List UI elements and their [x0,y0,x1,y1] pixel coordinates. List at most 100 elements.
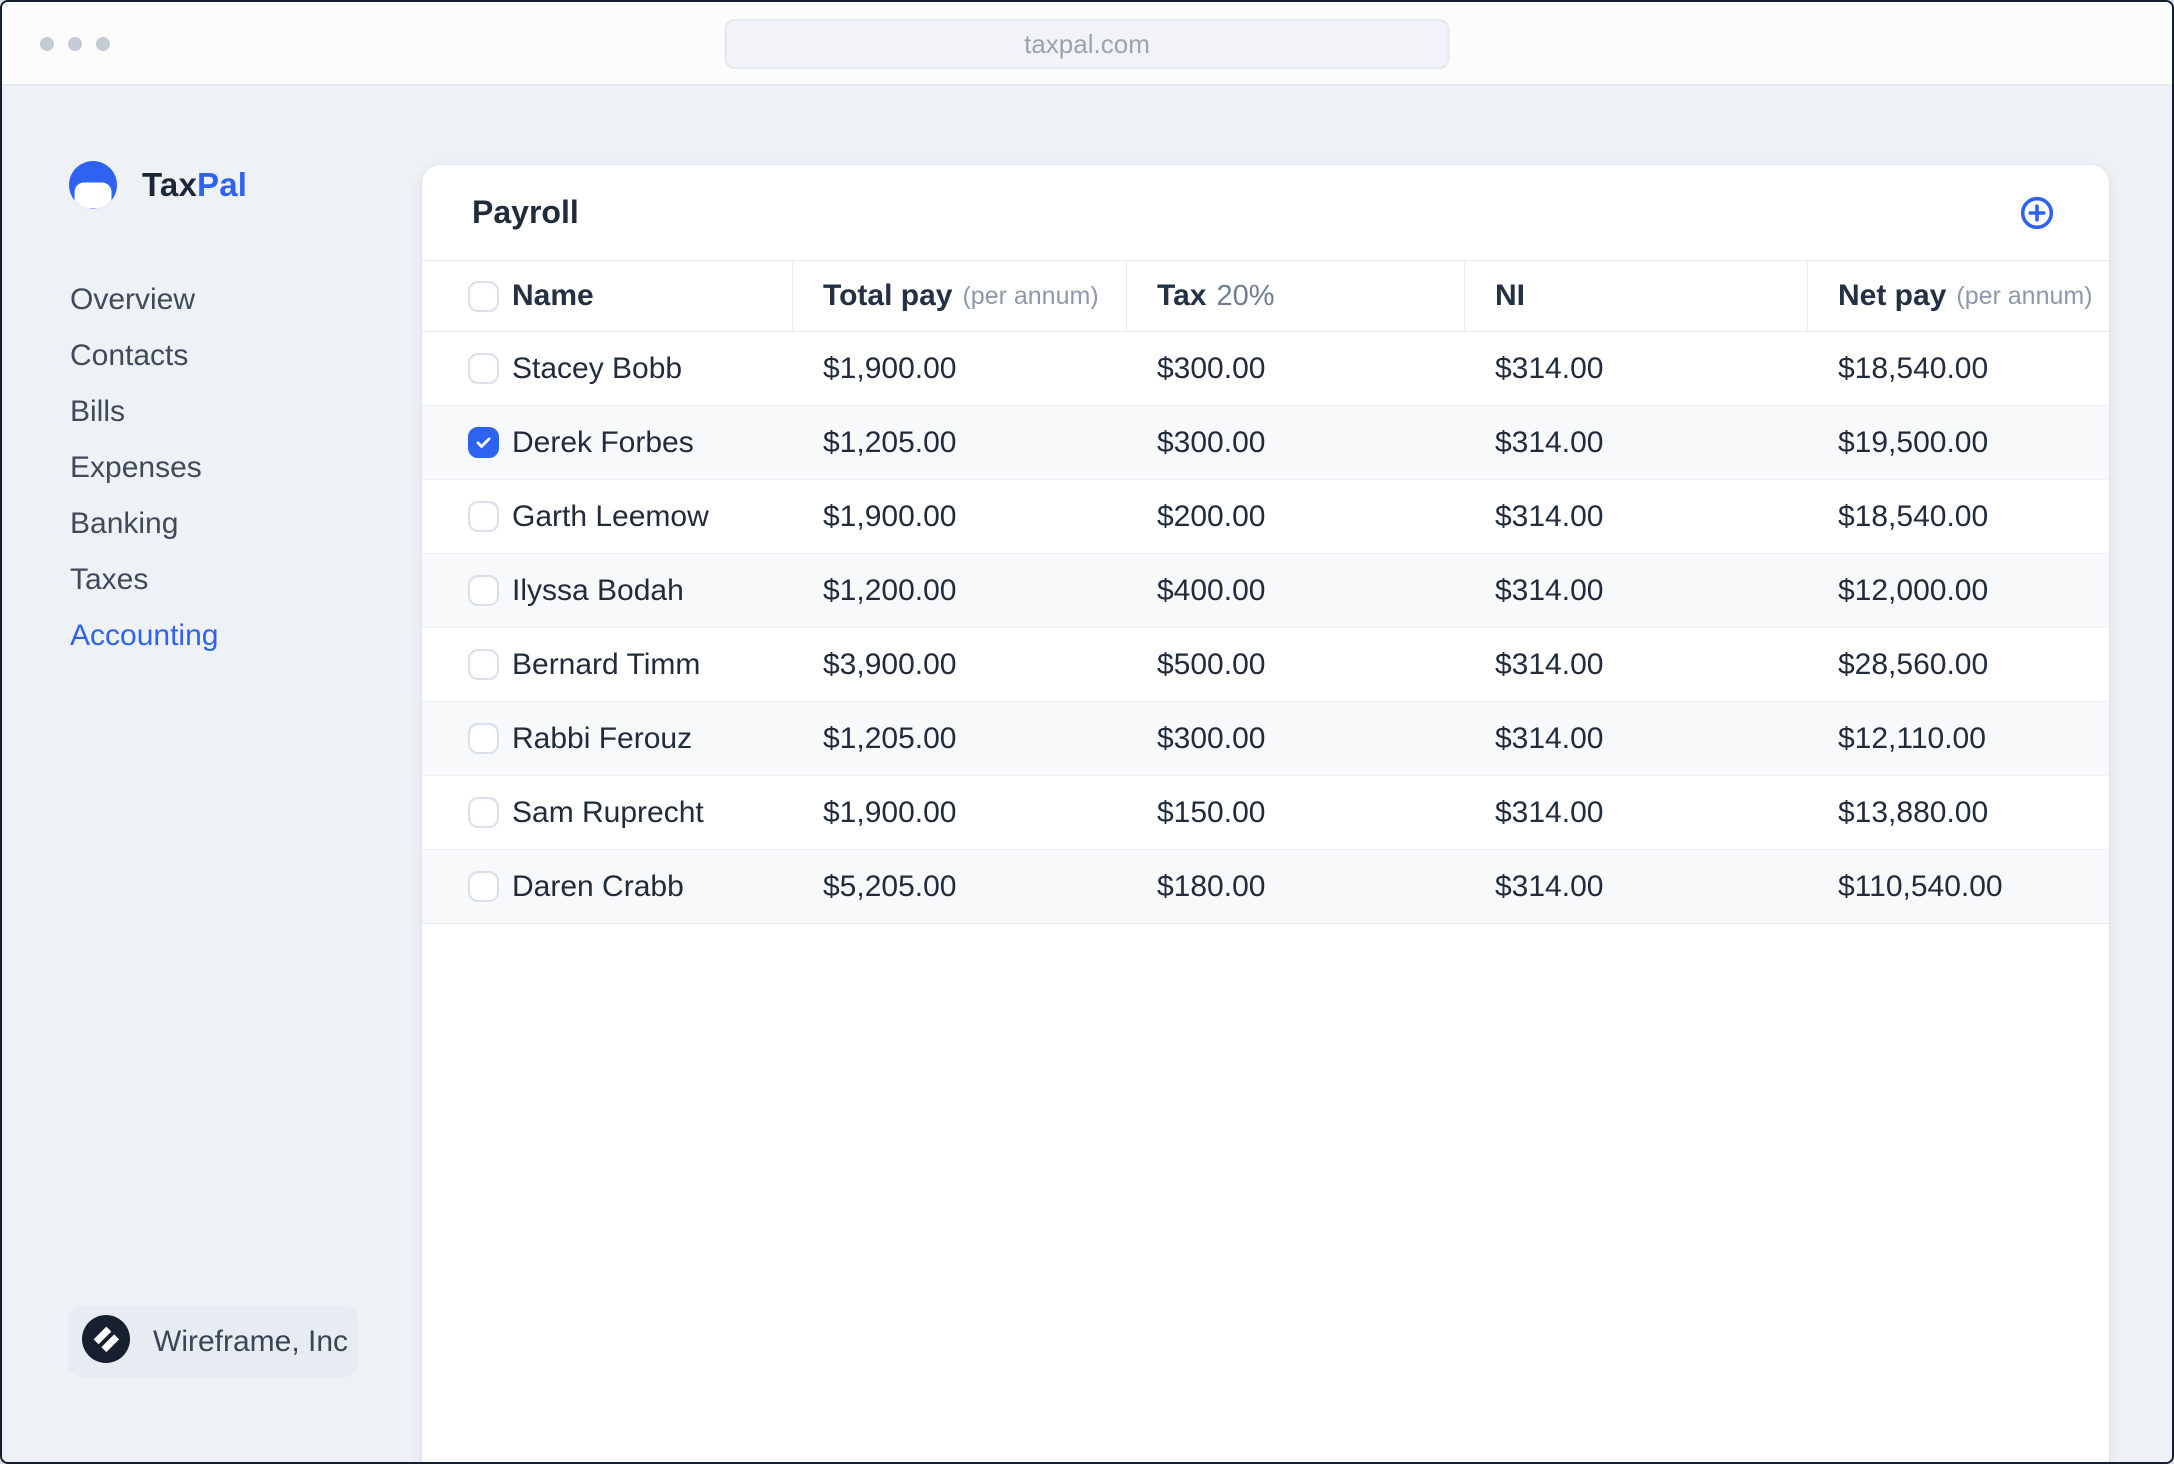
name-cell: Sam Ruprecht [422,776,793,849]
net-pay-cell: $28,560.00 [1838,647,1989,681]
sidebar-item-expenses[interactable]: Expenses [70,440,350,496]
sidebar-item-accounting[interactable]: Accounting [70,608,350,664]
net-pay-cell: $18,540.00 [1838,499,1989,533]
tax-cell: $300.00 [1157,721,1266,755]
ni-cell: $314.00 [1495,647,1604,681]
column-label: Net pay [1838,279,1947,312]
table-header: Name Total pay (per annum) Tax 20% NI Ne… [422,260,2109,332]
total-pay-cell: $1,900.00 [823,351,957,385]
window-controls[interactable] [40,37,110,51]
column-label: Total pay [823,279,953,312]
table-row[interactable]: Ilyssa Bodah $1,200.00 $400.00 $314.00 $… [422,554,2109,628]
window-control-dot[interactable] [68,37,82,51]
ni-cell: $314.00 [1495,425,1604,459]
sidebar-item-taxes[interactable]: Taxes [70,552,350,608]
column-label: Tax [1157,279,1207,312]
total-pay-cell: $1,205.00 [823,425,957,459]
column-header-name: Name [422,261,793,331]
ni-cell: $314.00 [1495,721,1604,755]
net-pay-cell: $110,540.00 [1838,869,2003,903]
tax-cell: $300.00 [1157,425,1266,459]
row-checkbox[interactable] [468,797,499,828]
name-cell: Bernard Timm [422,628,793,701]
logo-text: TaxPal [142,166,248,203]
ni-cell: $314.00 [1495,573,1604,607]
app-window: taxpal.com TaxPal Overview Contacts Bills E… [0,0,2174,1464]
name-cell: Rabbi Ferouz [422,702,793,775]
page-title: Payroll [472,194,579,230]
net-pay-cell: $13,880.00 [1838,795,1989,829]
column-label: Name [512,279,594,312]
tax-cell: $300.00 [1157,351,1266,385]
url-text: taxpal.com [1024,28,1150,59]
sidebar-item-banking[interactable]: Banking [70,496,350,552]
tax-cell: $400.00 [1157,573,1266,607]
tax-cell: $500.00 [1157,647,1266,681]
tax-cell: $180.00 [1157,869,1266,903]
table-row[interactable]: Daren Crabb $5,205.00 $180.00 $314.00 $1… [422,850,2109,924]
table-row[interactable]: Stacey Bobb $1,900.00 $300.00 $314.00 $1… [422,332,2109,406]
column-header-ni: NI [1465,261,1808,331]
table-body: Stacey Bobb $1,900.00 $300.00 $314.00 $1… [422,332,2109,924]
company-name: Wireframe, Inc [153,1324,349,1358]
employee-name: Rabbi Ferouz [512,721,693,755]
tax-cell: $200.00 [1157,499,1266,533]
payroll-card: Payroll Name Total pay (per annum) Tax 2… [422,165,2109,1462]
row-checkbox[interactable] [468,649,499,680]
column-note: (per annum) [962,281,1099,310]
column-header-tax: Tax 20% [1127,261,1465,331]
row-checkbox[interactable] [468,501,499,532]
employee-name: Bernard Timm [512,647,701,681]
wireframe-logo-icon [82,1315,130,1368]
name-cell: Garth Leemow [422,480,793,553]
name-cell: Ilyssa Bodah [422,554,793,627]
app-body: TaxPal Overview Contacts Bills Expenses Bank… [2,86,2172,1462]
sidebar-item-bills[interactable]: Bills [70,384,350,440]
net-pay-cell: $12,110.00 [1838,721,1986,755]
table-row[interactable]: Garth Leemow $1,900.00 $200.00 $314.00 $… [422,480,2109,554]
browser-chrome: taxpal.com [2,2,2172,86]
card-header: Payroll [422,165,2109,260]
table-row[interactable]: Sam Ruprecht $1,900.00 $150.00 $314.00 $… [422,776,2109,850]
table-row[interactable]: Derek Forbes $1,205.00 $300.00 $314.00 $… [422,406,2109,480]
company-badge[interactable]: Wireframe, Inc [68,1306,358,1377]
row-checkbox[interactable] [468,427,499,458]
sidebar-item-overview[interactable]: Overview [70,272,350,328]
tax-cell: $150.00 [1157,795,1266,829]
sidebar-nav: Overview Contacts Bills Expenses Banking Taxe… [70,272,350,664]
row-checkbox[interactable] [468,871,499,902]
net-pay-cell: $12,000.00 [1838,573,1989,607]
net-pay-cell: $19,500.00 [1838,425,1989,459]
column-header-net-pay: Net pay (per annum) [1808,261,2109,331]
taxpal-logo-mark-icon [69,161,117,209]
column-note: (per annum) [1956,281,2093,310]
plus-circle-icon [2020,196,2054,233]
table-row[interactable]: Rabbi Ferouz $1,205.00 $300.00 $314.00 $… [422,702,2109,776]
window-control-dot[interactable] [40,37,54,51]
net-pay-cell: $18,540.00 [1838,351,1989,385]
name-cell: Derek Forbes [422,406,793,479]
total-pay-cell: $1,200.00 [823,573,957,607]
row-checkbox[interactable] [468,353,499,384]
url-bar[interactable]: taxpal.com [724,19,1450,69]
add-payroll-button[interactable] [2020,196,2054,230]
app-logo[interactable]: TaxPal [69,161,247,209]
column-note: 20% [1216,279,1275,312]
ni-cell: $314.00 [1495,499,1604,533]
row-checkbox[interactable] [468,575,499,606]
total-pay-cell: $1,900.00 [823,499,957,533]
total-pay-cell: $1,205.00 [823,721,957,755]
ni-cell: $314.00 [1495,795,1604,829]
employee-name: Ilyssa Bodah [512,573,684,607]
employee-name: Garth Leemow [512,499,709,533]
ni-cell: $314.00 [1495,869,1604,903]
total-pay-cell: $1,900.00 [823,795,957,829]
employee-name: Stacey Bobb [512,351,683,385]
select-all-checkbox[interactable] [468,280,499,312]
employee-name: Derek Forbes [512,425,694,459]
employee-name: Sam Ruprecht [512,795,704,829]
row-checkbox[interactable] [468,723,499,754]
sidebar-item-contacts[interactable]: Contacts [70,328,350,384]
table-row[interactable]: Bernard Timm $3,900.00 $500.00 $314.00 $… [422,628,2109,702]
window-control-dot[interactable] [96,37,110,51]
